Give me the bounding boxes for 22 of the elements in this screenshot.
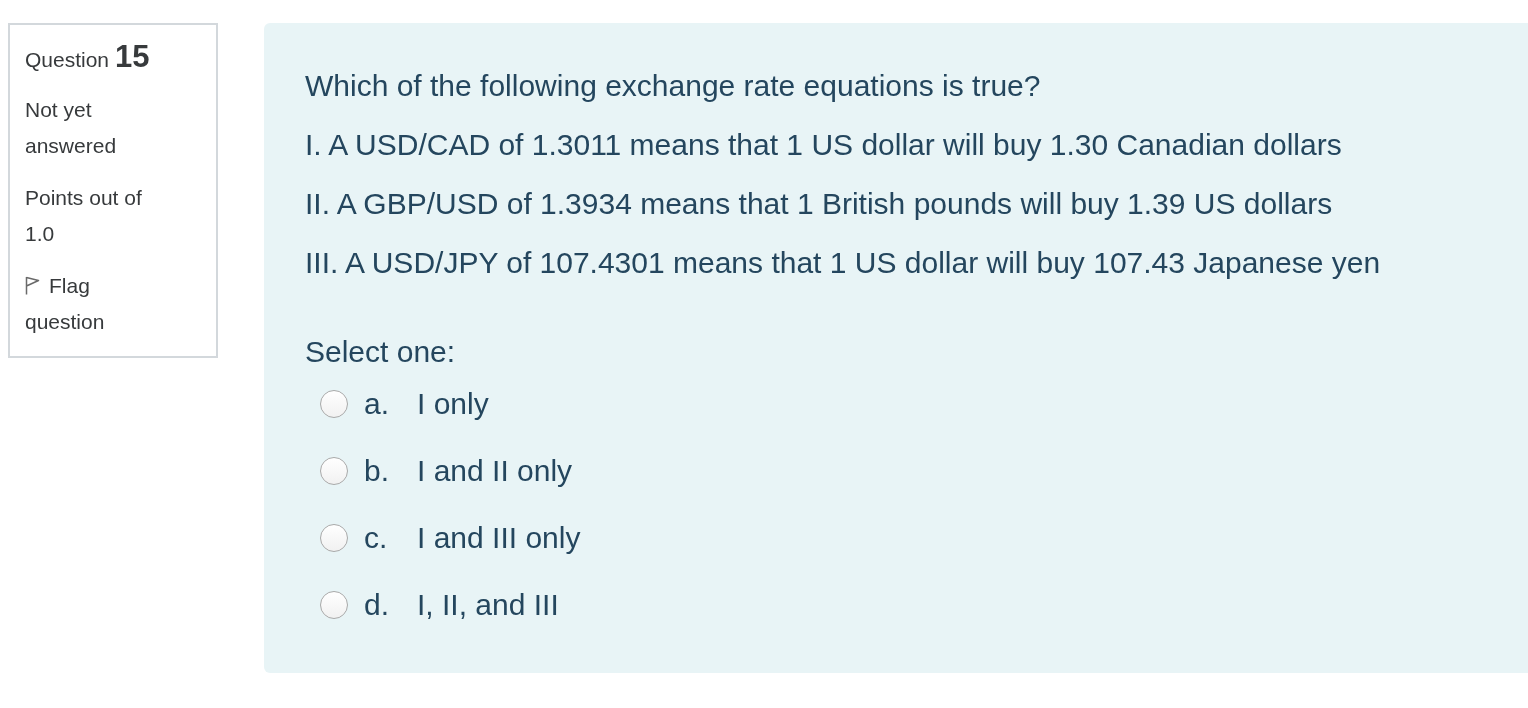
option-letter: c.	[364, 520, 389, 556]
answer-status: Not yet answered	[25, 97, 118, 159]
points-text: Points out of 1.0	[25, 185, 143, 247]
question-prompt: Which of the following exchange rate equations is true?	[305, 68, 1042, 104]
statement-text: I. A USD/CAD of 1.3011 means that 1 US dollar will buy 1.30 Canadian dollars	[305, 127, 1343, 163]
flag-question-button[interactable]: Flag question	[25, 268, 168, 340]
option-text[interactable]: I only	[417, 385, 489, 423]
statement-text: II. A GBP/USD of 1.3934 means that 1 British pounds will buy 1.39 US dollars	[305, 186, 1334, 222]
statement-text: III. A USD/JPY of 107.4301 means that 1 US dollar will buy 107.43 Japanese yen	[305, 245, 1382, 281]
question-label: Question	[25, 47, 110, 73]
radio-button[interactable]	[320, 591, 348, 619]
option-text[interactable]: I, II, and III	[417, 586, 559, 624]
select-instruction: Select one:	[305, 334, 457, 370]
radio-button[interactable]	[320, 457, 348, 485]
option-text[interactable]: I and III only	[417, 519, 581, 557]
option-letter: a.	[364, 386, 391, 422]
option-letter: d.	[364, 587, 391, 623]
question-number: 15	[115, 43, 150, 71]
option-letter: b.	[364, 453, 391, 489]
radio-button[interactable]	[320, 390, 348, 418]
option-text[interactable]: I and II only	[417, 452, 573, 490]
radio-button[interactable]	[320, 524, 348, 552]
